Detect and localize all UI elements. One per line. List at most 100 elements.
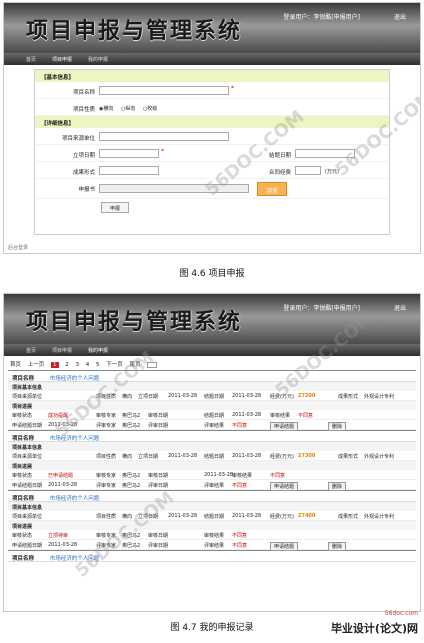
record-review-line: 申请结题日期 2011-03-28 评审专家 奥巴马2 评审日期 评审结果 不同意 申请结题 删… <box>8 420 416 431</box>
record-cell: 不同意 <box>270 473 286 479</box>
funding-input[interactable] <box>295 166 321 175</box>
start-date-input[interactable] <box>99 149 159 158</box>
pager: 首页 上一页 1 2 3 4 5 下一页 尾页 <box>4 356 420 370</box>
radio-school[interactable]: ○校级 <box>143 106 157 112</box>
delete-button[interactable]: 删除 <box>328 542 347 551</box>
record-cell: 奥巴马2 <box>122 533 141 539</box>
section-basic-info: 【基本信息】 <box>35 70 389 82</box>
source-input[interactable] <box>99 132 229 141</box>
nav-home[interactable]: 首页 <box>18 53 44 65</box>
nature-radio-group[interactable]: ◉横向 ○纵向 ○校级 <box>99 105 163 112</box>
record-cell: 已申请结题 <box>48 473 74 479</box>
app-title: 项目申报与管理系统 <box>26 309 243 335</box>
record-cell: 项目来源单位 <box>12 394 43 400</box>
record-progress-heading: 项目进展 <box>8 401 416 410</box>
record-cell: 2011-03-28 <box>168 513 198 519</box>
record-cell: 奥巴马2 <box>122 473 141 479</box>
record-cell: 外观设计专利 <box>364 454 395 460</box>
row-form-funding: 成果形式 合同经费 (万元) <box>35 162 389 179</box>
record-cell: 2011-03-28 <box>232 453 262 459</box>
radio-vertical[interactable]: ○纵向 <box>121 106 135 112</box>
record-review-line: 申请结题日期 2011-03-28 评审专家 奥巴马2 评审日期 评审结果 不同意 申请结题 删… <box>8 540 416 551</box>
record-project-link[interactable]: 市场经济的个人问题 <box>50 496 100 502</box>
record-progress-line: 审核状态 立项待审 审核专家 奥巴马2 审核日期 审核结果 不同意 <box>8 530 416 540</box>
radio-horizontal[interactable]: ◉横向 <box>99 106 113 112</box>
record-cell: 不同意 <box>232 423 248 429</box>
nav-apply[interactable]: 项目申报 <box>44 53 80 65</box>
nav-apply[interactable]: 项目申报 <box>44 344 80 356</box>
end-date-input[interactable] <box>295 149 355 158</box>
record-basic-heading: 项目基本信息 <box>8 442 416 451</box>
record-progress-heading: 项目进展 <box>8 521 416 530</box>
delete-button[interactable]: 删除 <box>328 422 347 431</box>
login-user: 登录用户：李锐酷[申报用户] <box>283 305 360 312</box>
record-cell: 审核专家 <box>96 413 117 419</box>
screenshot-my-records: 项目申报与管理系统 登录用户：李锐酷[申报用户] 退出 首页 项目申报 我的申报… <box>3 293 421 612</box>
record-cell: 审核专家 <box>96 533 117 539</box>
record-project-link[interactable]: 市场经济的个人问题 <box>50 556 100 562</box>
record-progress-line: 审核状态 已申请结题 审核专家 奥巴马2 审核日期 2011-03-28 审核结果 不同意 <box>8 470 416 480</box>
project-name-input[interactable] <box>99 86 229 95</box>
record-cell: 2011-03-28 <box>232 412 262 418</box>
record-cell: 经费(万元) <box>270 454 294 460</box>
record-progress-line: 审核状态 成功提醒 审核专家 奥巴马2 审核日期 结题日期 2011-03-28 审核结果 不同… <box>8 410 416 420</box>
row-apply-file: 申报书 浏览 <box>35 179 389 199</box>
pager-first[interactable]: 首页 <box>10 362 21 368</box>
logout-link[interactable]: 退出 <box>394 303 406 312</box>
delete-button[interactable]: 删除 <box>328 482 347 491</box>
pager-last[interactable]: 尾页 <box>130 362 141 368</box>
record-cell: 审核状态 <box>12 413 33 419</box>
record-cell: 2011-03-28 <box>232 393 262 399</box>
app-banner: 项目申报与管理系统 登录用户：李锐酷[申报用户] 退出 <box>4 3 420 53</box>
section-detail-info: 【详细信息】 <box>35 116 389 128</box>
apply-file-label: 申报书 <box>78 187 95 193</box>
browse-button[interactable]: 浏览 <box>257 182 287 196</box>
record-cell: 奥巴马2 <box>122 483 141 489</box>
record-name-label: 项目名称 <box>12 376 35 382</box>
pager-page[interactable]: 5 <box>96 362 100 368</box>
row-submit: 申报 <box>35 199 389 216</box>
record-cell: 立项日期 <box>138 514 159 520</box>
record-cell: 评审日期 <box>148 543 169 549</box>
result-form-input[interactable] <box>99 166 159 175</box>
logo-text: 毕业设计(论文)网 <box>330 622 418 635</box>
record-basic-line: 项目来源单位 项目性质 横向 立项日期 2011-03-28 结题日期 2011-03-28… <box>8 391 416 401</box>
submit-button[interactable]: 申报 <box>101 202 129 213</box>
record-project-link[interactable]: 市场经济的个人问题 <box>50 376 100 382</box>
record-cell: 外观设计专利 <box>364 514 395 520</box>
end-date-label: 结题日期 <box>268 153 291 159</box>
nav-home[interactable]: 首页 <box>18 344 44 356</box>
backend-login-link[interactable]: 后台登录 <box>8 244 28 251</box>
apply-file-input[interactable] <box>99 184 249 193</box>
record-cell: 审核状态 <box>12 473 33 479</box>
record-cell: 审核状态 <box>12 533 33 539</box>
record-cell: 经费(万元) <box>270 394 294 400</box>
pager-page[interactable]: 3 <box>76 362 80 368</box>
record-block: 项目名称 市场经济的个人问题 <box>8 550 416 562</box>
apply-close-button[interactable]: 申请结题 <box>270 482 299 491</box>
funding-unit: (万元) <box>325 169 339 175</box>
record-cell: 成功提醒 <box>48 413 69 419</box>
nav-my-apply[interactable]: 我的申报 <box>80 344 116 356</box>
apply-close-button[interactable]: 申请结题 <box>270 422 299 431</box>
apply-close-button[interactable]: 申请结题 <box>270 542 299 551</box>
screenshot-project-apply: 项目申报与管理系统 登录用户：李锐酷[申报用户] 退出 首页 项目申报 我的申报… <box>3 2 421 254</box>
pager-next[interactable]: 下一页 <box>106 362 123 368</box>
logout-link[interactable]: 退出 <box>394 12 406 21</box>
nav-my-apply[interactable]: 我的申报 <box>80 53 116 65</box>
record-basic-heading: 项目基本信息 <box>8 502 416 511</box>
pager-page[interactable]: 1 <box>51 362 59 368</box>
result-form-label: 成果形式 <box>72 170 95 176</box>
pager-prev[interactable]: 上一页 <box>28 362 45 368</box>
pager-page[interactable]: 2 <box>65 362 69 368</box>
record-basic-line: 项目来源单位 项目性质 横向 立项日期 2011-03-28 结题日期 2011-03-28… <box>8 511 416 521</box>
page-jump-input[interactable] <box>147 361 158 368</box>
record-cell: 审核专家 <box>96 473 117 479</box>
record-cell: 项目性质 <box>96 514 117 520</box>
site-logo: 56doc.com 毕业设计(论文)网 <box>330 610 418 636</box>
top-nav: 首页 项目申报 我的申报 <box>4 53 420 65</box>
record-project-link[interactable]: 市场经济的个人问题 <box>50 436 100 442</box>
login-user: 登录用户：李锐酷[申报用户] <box>283 14 360 21</box>
pager-page[interactable]: 4 <box>86 362 90 368</box>
record-cell: 横向 <box>122 514 133 520</box>
